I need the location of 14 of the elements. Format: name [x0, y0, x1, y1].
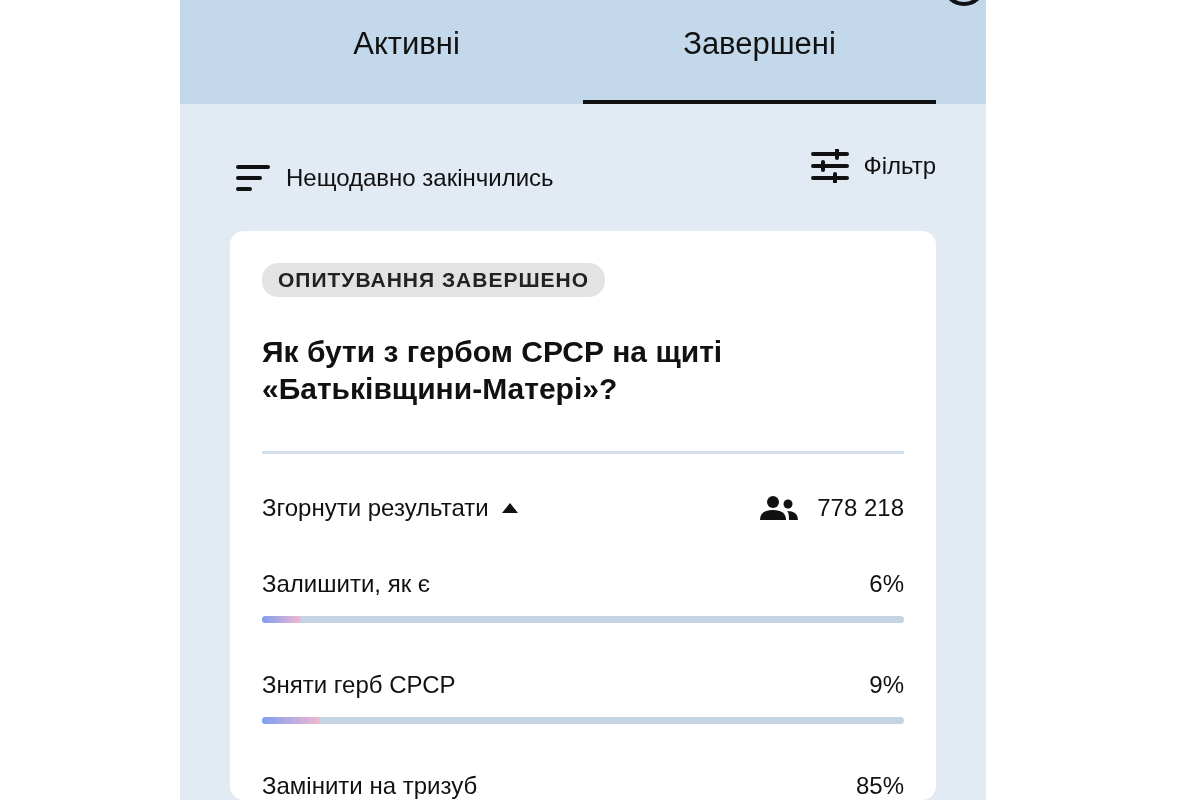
option-label: Залишити, як є [262, 570, 431, 598]
option-percent: 6% [869, 570, 904, 598]
collapse-results-button[interactable]: Згорнути результати [262, 494, 519, 522]
tab[interactable]: Активні [230, 14, 583, 104]
option-label: Зняти герб СРСР [262, 671, 456, 699]
option-label: Замінити на тризуб [262, 772, 478, 800]
sort-button[interactable]: Нещодавно закінчились [236, 164, 554, 192]
filter-button[interactable]: Фільтр [811, 149, 936, 183]
option-percent: 85% [855, 772, 904, 800]
tab[interactable]: Завершені [583, 14, 936, 104]
vote-count: 778 218 [817, 494, 904, 522]
poll-question: Як бути з гербом СРСР на щиті «Батьківщини-Матері»? [262, 334, 724, 407]
status-badge: ОПИТУВАННЯ ЗАВЕРШЕНО [262, 263, 606, 297]
option-percent: 9% [869, 671, 904, 699]
